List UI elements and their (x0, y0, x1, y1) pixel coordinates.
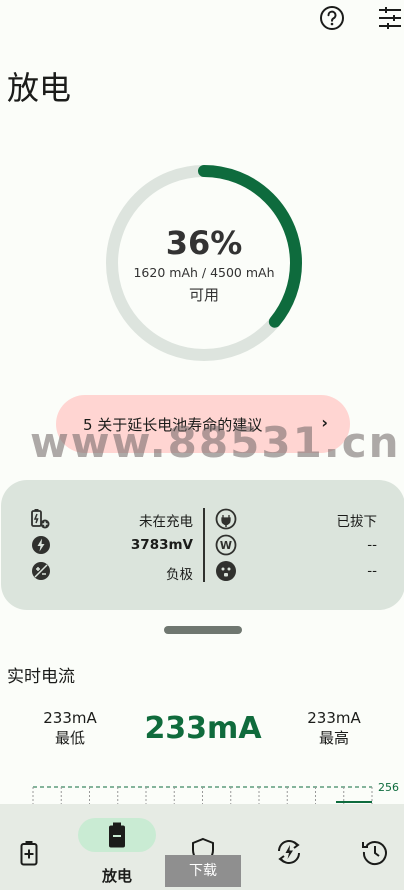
tips-label: 5 关于延长电池寿命的建议 (83, 416, 263, 434)
battery-tips-button[interactable]: 5 关于延长电池寿命的建议 › (56, 395, 350, 453)
polarity-icon (31, 561, 51, 581)
drag-handle[interactable] (164, 626, 242, 634)
battery-stats-card: 未在充电 3783mV 负极 W 已拔下 -- -- (1, 480, 404, 610)
graph-max-label: 256 (378, 781, 399, 794)
current-min-label: 最低 (54, 729, 85, 747)
current-min: 233mA 最低 (20, 708, 120, 748)
battery-minus-icon (109, 822, 125, 848)
bolt-icon (31, 535, 51, 555)
stats-divider (203, 508, 205, 582)
history-icon (362, 841, 387, 866)
gauge-ring (106, 165, 302, 361)
battery-gauge: 36% 1620 mAh / 4500 mAh 可用 (104, 163, 304, 363)
help-icon[interactable] (319, 5, 345, 31)
battery-percent: 36% (165, 224, 243, 262)
download-badge[interactable]: 下载 (165, 855, 241, 887)
top-app-bar (0, 0, 404, 40)
nav-item-discharge[interactable] (78, 818, 156, 852)
nav-item-charge[interactable] (0, 804, 70, 890)
current-max-label: 最高 (318, 729, 349, 747)
chevron-right-icon: › (321, 413, 328, 432)
plug-icon (215, 508, 237, 530)
voltage-value: 3783mV (130, 537, 193, 553)
current-now-value: 233mA (144, 711, 262, 746)
current-max-value: 233mA (307, 709, 361, 727)
battery-capacity: 1620 mAh / 4500 mAh (133, 265, 275, 280)
charging-state: 未在充电 (139, 514, 193, 530)
settings-tune-icon[interactable] (377, 5, 403, 31)
current-max: 233mA 最高 (284, 708, 384, 748)
temperature-value: -- (367, 563, 377, 579)
page-title: 放电 (7, 69, 72, 107)
plug-state: 已拔下 (336, 514, 378, 530)
battery-plus-icon (20, 841, 38, 866)
bolt-cycle-icon (278, 840, 300, 864)
battery-charge-icon (29, 508, 50, 529)
watts-value: -- (367, 537, 377, 553)
nav-item-history[interactable] (334, 804, 404, 890)
current-min-value: 233mA (43, 709, 97, 727)
nav-item-cycles[interactable] (248, 804, 328, 890)
available-label: 可用 (188, 286, 219, 304)
realtime-current-title: 实时电流 (7, 667, 75, 687)
nav-label-discharge: 放电 (101, 867, 132, 885)
watt-icon: W (215, 534, 237, 556)
svg-text:W: W (220, 539, 232, 552)
polarity-value: 负极 (166, 567, 193, 583)
temperature-icon (215, 560, 236, 581)
